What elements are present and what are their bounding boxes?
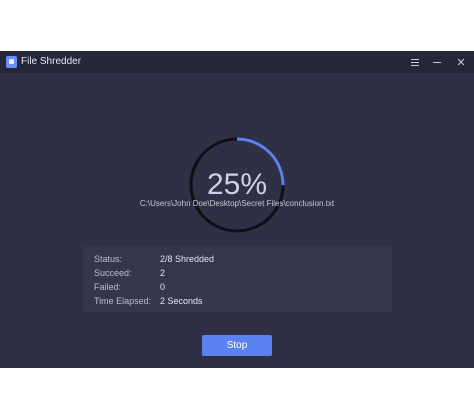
menu-button[interactable]	[404, 51, 426, 73]
stat-value: 2 Seconds	[160, 296, 203, 306]
stat-value: 2	[160, 268, 166, 278]
title-bar: File Shredder ✕	[0, 51, 474, 73]
close-icon: ✕	[456, 56, 466, 69]
file-shredder-app-icon	[6, 56, 17, 68]
stat-value: 0	[160, 282, 166, 292]
stop-button[interactable]: Stop	[202, 335, 272, 356]
window-title: File Shredder	[21, 56, 82, 67]
close-button[interactable]: ✕	[450, 51, 472, 73]
minimize-button[interactable]	[426, 51, 448, 73]
hamburger-menu-icon	[411, 58, 419, 66]
file-shredder-window: File Shredder ✕ 25% C:\Users\John Doe\De…	[0, 51, 474, 368]
stat-value: 2/8 Shredded	[160, 254, 215, 264]
current-file-path: C:\Users\John Doe\Desktop\Secret Files\c…	[139, 199, 335, 208]
minimize-icon	[433, 61, 441, 63]
